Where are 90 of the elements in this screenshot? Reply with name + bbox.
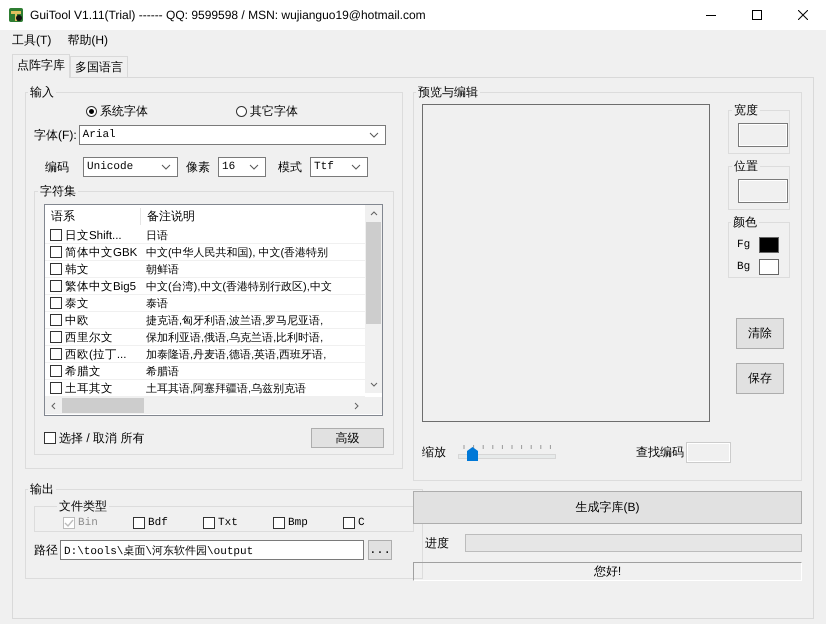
table-cell-text: 泰语 <box>145 296 169 310</box>
table-cell-text: 土耳其文 <box>65 382 113 396</box>
table-cell-text: 日文Shift... <box>65 228 122 242</box>
mode-dropdown[interactable]: Ttf <box>310 157 368 177</box>
group-title: 字符集 <box>39 183 77 200</box>
browse-button[interactable]: ... <box>368 540 392 560</box>
chevron-down-icon <box>368 132 379 138</box>
table-cell-text: 繁体中文Big5 <box>65 280 136 294</box>
close-icon <box>798 10 808 20</box>
color-swatch[interactable] <box>759 259 779 275</box>
checkbox[interactable] <box>50 348 62 360</box>
column-header[interactable]: 备注说明 <box>141 208 195 224</box>
zoom-slider[interactable] <box>458 444 556 462</box>
table-cell-text: 土耳其语,阿塞拜疆语,乌兹别克语 <box>145 382 308 396</box>
chevron-down-icon <box>351 164 361 170</box>
checkbox[interactable] <box>50 246 62 258</box>
table-cell-text: 希腊文 <box>65 364 101 378</box>
check-icon <box>64 518 74 528</box>
menu-item[interactable]: 工具(T) <box>4 30 60 50</box>
checkbox[interactable] <box>50 297 62 309</box>
menu-item[interactable]: 帮助(H) <box>59 30 116 50</box>
select-all-checkbox[interactable]: 选择 / 取消 所有 <box>44 430 144 446</box>
table-cell-text: 日语 <box>145 228 169 242</box>
slider-thumb[interactable] <box>466 446 478 460</box>
table-cell-text: 中文(中华人民共和国), 中文(香港特别 <box>145 246 330 260</box>
group-title: 输入 <box>29 84 55 101</box>
file-type-checkbox[interactable]: Txt <box>203 517 273 529</box>
table-cell-text: 西欧(拉丁... <box>65 348 126 362</box>
zoom-label: 缩放 <box>422 444 447 461</box>
color-label: Bg <box>737 261 752 273</box>
path-field[interactable]: D:\tools\桌面\河东软件园\output <box>60 540 364 560</box>
checkbox[interactable] <box>50 382 62 394</box>
table-cell-text: 中文(台湾),中文(香港特别行政区),中文 <box>145 280 333 294</box>
color-swatch[interactable] <box>759 237 779 253</box>
group-title: 宽度 <box>733 102 759 119</box>
chevron-down-icon <box>249 164 259 170</box>
app-icon <box>8 7 24 23</box>
table-cell-text: 保加利亚语,俄语,乌克兰语,比利时语, <box>145 330 324 344</box>
encoding-dropdown[interactable]: Unicode <box>83 157 178 177</box>
font-dropdown[interactable]: Arial <box>78 125 386 145</box>
field-label: 路径 <box>34 542 58 558</box>
save-button[interactable]: 保存 <box>736 363 784 394</box>
field-label: 模式 <box>278 158 302 176</box>
table-cell-text: 捷克语,匈牙利语,波兰语,罗马尼亚语, <box>145 314 324 328</box>
checkbox[interactable] <box>50 365 62 377</box>
clear-button[interactable]: 清除 <box>736 318 784 349</box>
value-field[interactable] <box>738 179 788 203</box>
group-title: 位置 <box>733 158 759 175</box>
group-title: 颜色 <box>732 214 758 231</box>
pixel-dropdown[interactable]: 16 <box>218 157 266 177</box>
field-label: 像素 <box>186 158 210 176</box>
color-label: Fg <box>737 239 752 251</box>
radio-button[interactable]: 系统字体 <box>86 102 236 120</box>
file-type-checkbox[interactable]: Bmp <box>273 517 343 529</box>
generate-button[interactable]: 生成字库(B) <box>413 491 802 524</box>
tab[interactable]: 多国语言 <box>70 56 128 77</box>
checkbox[interactable] <box>50 280 62 292</box>
column-header[interactable]: 语系 <box>45 208 141 224</box>
status-bar: 您好! <box>413 562 802 581</box>
checkbox[interactable] <box>50 263 62 275</box>
table-cell-text: 加泰隆语,丹麦语,德语,英语,西班牙语, <box>145 348 328 362</box>
group-title: 文件类型 <box>58 498 108 515</box>
horizontal-scrollbar[interactable] <box>45 397 382 414</box>
vertical-scrollbar[interactable] <box>365 205 382 393</box>
field-label: 查找编码 <box>636 444 684 461</box>
find-code-field[interactable] <box>686 442 731 463</box>
file-type-checkbox[interactable]: Bdf <box>133 517 203 529</box>
radio-button[interactable]: 其它字体 <box>236 102 386 120</box>
checkbox[interactable] <box>50 229 62 241</box>
chevron-down-icon <box>161 164 171 170</box>
window-title: GuiTool V1.11(Trial) ------ QQ: 9599598 / MSN: wujianguo19@hotmail.com <box>30 8 427 22</box>
group-title: 预览与编辑 <box>417 84 479 101</box>
value-field[interactable] <box>738 123 788 147</box>
table-cell-text: 朝鲜语 <box>145 262 180 276</box>
maximize-icon <box>752 10 762 20</box>
table-cell-text: 中欧 <box>65 314 89 328</box>
table-cell-text: 西里尔文 <box>65 330 113 344</box>
checkbox[interactable] <box>50 314 62 326</box>
checkbox[interactable] <box>50 331 62 343</box>
field-label: 字体(F): <box>34 126 77 144</box>
table-cell-text: 希腊语 <box>145 364 180 378</box>
file-type-checkbox[interactable]: C <box>343 517 413 529</box>
field-label: 编码 <box>45 158 69 176</box>
table-cell-text: 简体中文GBK <box>65 246 138 260</box>
tab[interactable]: 点阵字库 <box>12 54 70 78</box>
table-cell-text: 泰文 <box>65 296 89 310</box>
progress-label: 进度 <box>424 534 450 552</box>
group-title: 输出 <box>29 481 55 498</box>
table-cell-text: 韩文 <box>65 262 89 276</box>
advanced-button[interactable]: 高级 <box>311 428 384 448</box>
